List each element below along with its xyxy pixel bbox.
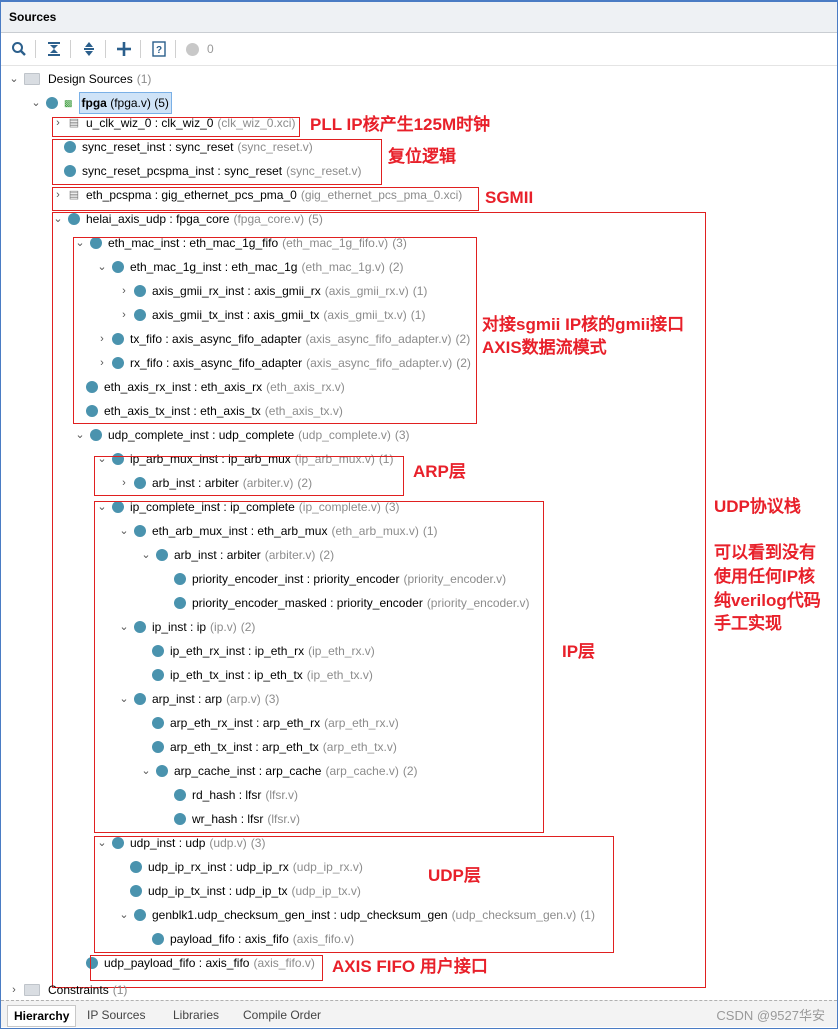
collapse-all-icon [48,42,60,56]
annotation-box-arp [94,456,404,496]
annotation-box-udp [94,836,614,953]
folder-icon [24,984,40,996]
annotation-ip: IP层 [562,642,596,661]
annotation-pll: PLL IP核产生125M时钟 [310,115,491,134]
annotation-udp-stack: UDP协议栈 [714,497,801,516]
tab-hierarchy[interactable]: Hierarchy [7,1005,77,1027]
expand-all-icon [84,42,94,56]
chevron-right-icon[interactable]: › [8,980,20,1000]
module-icon [46,97,58,109]
annotation-arp: ARP层 [413,462,466,481]
toolbar-divider [35,40,36,58]
annotation-reset: 复位逻辑 [388,147,456,166]
annotation-note-2: 使用任何IP核 [714,567,816,586]
search-button[interactable] [9,39,29,59]
panel-title: Sources [9,10,57,24]
annotation-box-pll [52,117,300,137]
tab-libraries[interactable]: Libraries [167,1005,225,1025]
annotation-udp: UDP层 [428,866,481,885]
toolbar: ? 0 [1,33,837,66]
annotation-box-ip [94,501,544,833]
plus-icon [117,42,131,56]
top-module-icon: ▩ [64,98,73,108]
annotation-mac-2: AXIS数据流模式 [482,338,607,357]
svg-text:?: ? [156,45,162,56]
warning-count: 0 [207,42,214,56]
warning-filter-button[interactable] [185,39,199,59]
annotation-fifo: AXIS FIFO 用户接口 [332,957,488,976]
expand-all-button[interactable] [79,39,99,59]
toolbar-divider [175,40,176,58]
tab-compile-order[interactable]: Compile Order [237,1005,327,1025]
annotation-note-3: 纯verilog代码 [714,591,821,610]
annotation-note-1: 可以看到没有 [714,543,816,562]
tree-item-design-sources[interactable]: ⌄ Design Sources (1) [8,69,151,89]
chevron-down-icon[interactable]: ⌄ [30,93,42,113]
folder-icon [24,73,40,85]
annotation-sgmii: SGMII [485,188,534,207]
tab-ip-sources[interactable]: IP Sources [81,1005,151,1025]
help-document-icon: ? [152,41,166,57]
annotation-note-4: 手工实现 [714,614,782,633]
annotation-box-fifo [90,955,323,981]
properties-button[interactable]: ? [149,39,169,59]
tree-item-constraints[interactable]: › Constraints (1) [8,980,127,1000]
search-icon [12,42,26,56]
chevron-down-icon[interactable]: ⌄ [8,69,20,89]
annotation-mac-1: 对接sgmii IP核的gmii接口 [482,315,685,334]
annotation-box-sgmii [52,187,479,211]
toolbar-divider [140,40,141,58]
panel-titlebar: Sources [1,2,837,33]
selected-item: fpga (fpga.v) (5) [78,92,172,114]
watermark: CSDN @9527华安 [716,1008,825,1023]
tree-item-fpga[interactable]: ⌄ ▩ fpga (fpga.v) (5) [30,92,172,114]
annotation-box-reset [52,139,382,185]
annotation-box-mac [73,237,477,424]
collapse-all-button[interactable] [44,39,64,59]
add-sources-button[interactable] [114,39,134,59]
toolbar-divider [105,40,106,58]
warning-icon [185,42,199,56]
bottom-tab-bar: Hierarchy IP Sources Libraries Compile O… [1,1000,837,1027]
toolbar-divider [70,40,71,58]
